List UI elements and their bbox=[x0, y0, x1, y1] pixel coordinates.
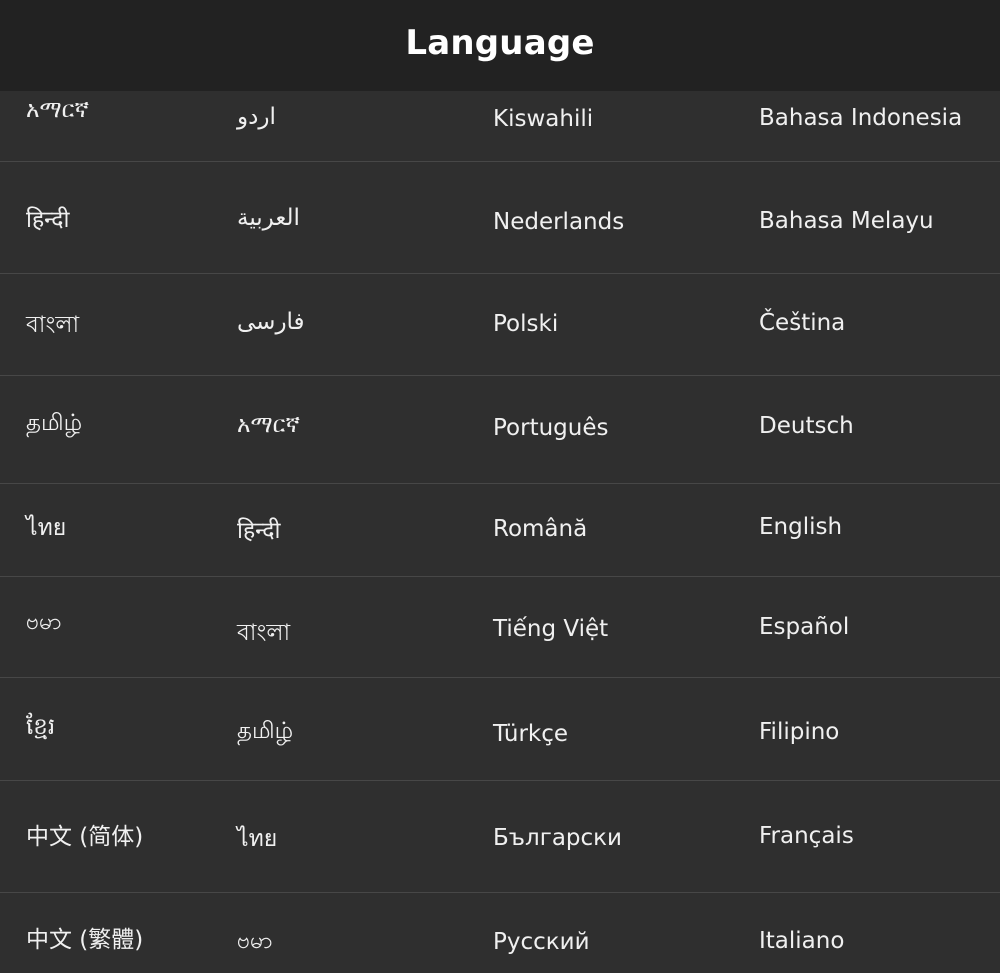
language-option[interactable]: ဗမာ bbox=[237, 926, 273, 960]
language-option[interactable]: Kiswahili bbox=[493, 106, 593, 132]
language-option[interactable]: 中文 (繁體) bbox=[26, 920, 143, 954]
language-option[interactable]: தமிழ் bbox=[237, 718, 293, 747]
language-option[interactable]: اردو bbox=[237, 104, 276, 130]
language-option[interactable]: Nederlands bbox=[493, 209, 624, 235]
language-option[interactable]: தமிழ் bbox=[26, 410, 82, 439]
language-list: አማርኛ اردو Kiswahili Bahasa Indonesia हिन… bbox=[0, 91, 1000, 973]
language-option[interactable]: हिन्दी bbox=[26, 202, 69, 234]
language-row: 中文 (繁體) ဗမာ Русский Italiano bbox=[0, 893, 1000, 973]
language-option[interactable]: English bbox=[759, 514, 842, 540]
language-option[interactable]: हिन्दी bbox=[237, 513, 280, 545]
app-header: Language bbox=[0, 0, 1000, 91]
language-row: አማርኛ اردو Kiswahili Bahasa Indonesia bbox=[0, 91, 1000, 162]
language-option[interactable]: বাংলা bbox=[237, 614, 290, 653]
language-option[interactable]: ไทย bbox=[26, 510, 66, 546]
language-option[interactable]: Português bbox=[493, 415, 608, 441]
language-option[interactable]: ဗမာ bbox=[26, 607, 62, 641]
language-option[interactable]: አማርኛ bbox=[237, 412, 300, 438]
language-option[interactable]: فارسی bbox=[237, 309, 305, 335]
language-row: ไทย हिन्दी Română English bbox=[0, 484, 1000, 577]
language-option[interactable]: Italiano bbox=[759, 928, 844, 954]
language-option[interactable]: Français bbox=[759, 823, 854, 849]
language-option[interactable]: Tiếng Việt bbox=[493, 616, 608, 642]
language-option[interactable]: Español bbox=[759, 614, 849, 640]
language-option[interactable]: Bahasa Indonesia bbox=[759, 105, 962, 131]
language-option[interactable]: ไทย bbox=[237, 821, 277, 857]
page-title: Language bbox=[405, 22, 595, 63]
language-option[interactable]: ខ្មែរ bbox=[26, 713, 55, 746]
language-row: हिन्दी العربية Nederlands Bahasa Melayu bbox=[0, 162, 1000, 274]
language-option[interactable]: Русский bbox=[493, 929, 590, 955]
language-option[interactable]: 中文 (简体) bbox=[26, 817, 143, 851]
language-option[interactable]: Български bbox=[493, 825, 622, 851]
language-option[interactable]: Deutsch bbox=[759, 413, 854, 439]
language-option[interactable]: Polski bbox=[493, 311, 558, 337]
language-row: தமிழ் አማርኛ Português Deutsch bbox=[0, 376, 1000, 484]
language-option[interactable]: Türkçe bbox=[493, 721, 568, 747]
language-row: বাংলা فارسی Polski Čeština bbox=[0, 274, 1000, 376]
language-option[interactable]: বাংলা bbox=[26, 306, 79, 345]
language-row: ខ្មែរ தமிழ் Türkçe Filipino bbox=[0, 678, 1000, 781]
language-option[interactable]: العربية bbox=[237, 205, 300, 231]
language-option[interactable]: አማርኛ bbox=[26, 97, 89, 123]
language-row: 中文 (简体) ไทย Български Français bbox=[0, 781, 1000, 893]
language-option[interactable]: Bahasa Melayu bbox=[759, 208, 934, 234]
language-row: ဗမာ বাংলা Tiếng Việt Español bbox=[0, 577, 1000, 678]
language-option[interactable]: Čeština bbox=[759, 310, 845, 336]
language-option[interactable]: Română bbox=[493, 516, 587, 542]
language-option[interactable]: Filipino bbox=[759, 719, 839, 745]
